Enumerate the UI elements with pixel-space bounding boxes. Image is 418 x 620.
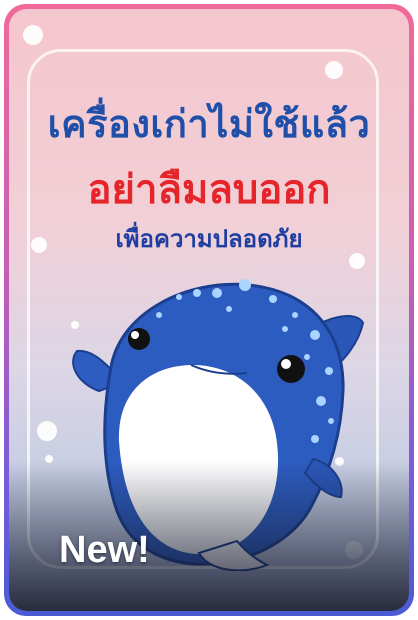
bubble-decoration (325, 61, 343, 79)
new-badge: New! (59, 529, 150, 571)
bubble-decoration (37, 421, 57, 441)
poster-background: เครื่องเก่าไม่ใช้แล้ว อย่าลืมลบออก เพื่อ… (9, 9, 409, 611)
poster-title-line2: อย่าลืมลบออก (87, 167, 331, 213)
bubble-decoration (23, 25, 43, 45)
poster-subtitle: เพื่อความปลอดภัย (115, 225, 303, 253)
poster-title-line1: เครื่องเก่าไม่ใช้แล้ว (47, 102, 371, 146)
poster-card: เครื่องเก่าไม่ใช้แล้ว อย่าลืมลบออก เพื่อ… (4, 4, 414, 616)
